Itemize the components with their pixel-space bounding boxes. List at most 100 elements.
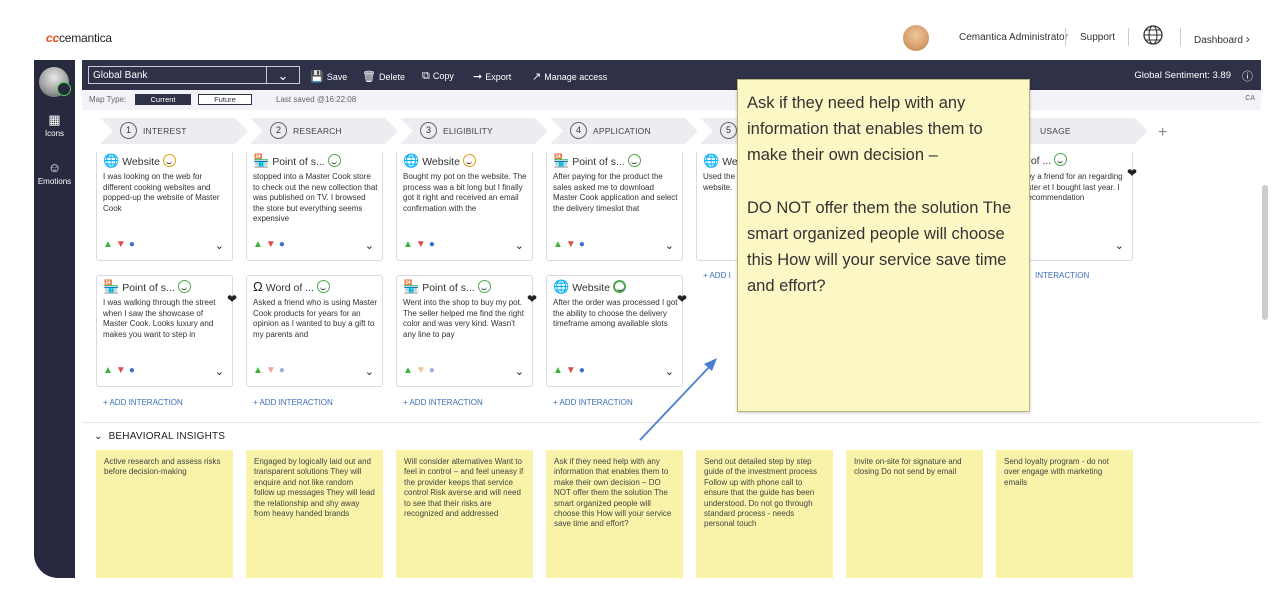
reaction-icons[interactable]: ▲▼●: [553, 239, 588, 250]
add-stage-button[interactable]: +: [1158, 124, 1167, 142]
icons-icon: ▦: [48, 112, 61, 127]
interaction-card[interactable]: 🌐 Website Bought my pot on the website. T…: [396, 152, 533, 261]
reaction-icons[interactable]: ▲▼●: [253, 365, 288, 376]
chevron-down-icon[interactable]: ⌄: [515, 239, 524, 252]
reaction-icons[interactable]: ▲▼●: [103, 239, 138, 250]
neutral-face-icon: [162, 154, 176, 167]
add-interaction-link[interactable]: INTERACTION: [1035, 271, 1089, 280]
cemantica-logo[interactable]: cccemantica: [46, 31, 112, 45]
chevron-right-icon: ›: [1245, 32, 1250, 46]
store-icon: 🏪: [103, 279, 120, 294]
reaction-icons[interactable]: ▲▼●: [253, 239, 288, 250]
top-bar: cccemantica Cemantica Administrator Supp…: [0, 0, 1279, 60]
reaction-icons[interactable]: ▲▼●: [403, 365, 438, 376]
smile-face-icon: [316, 280, 330, 293]
chevron-down-icon[interactable]: ⌄: [665, 365, 674, 378]
add-interaction-link[interactable]: + ADD INTERACTION: [553, 398, 633, 407]
smile-face-icon: [477, 280, 491, 293]
chevron-down-icon[interactable]: ⌄: [365, 239, 374, 252]
delete-button[interactable]: 🗑 Delete: [362, 70, 405, 83]
heart-icon[interactable]: ❤: [227, 292, 237, 306]
word-of-mouth-icon: Ω: [253, 279, 263, 294]
globe-icon: 🌐: [103, 153, 120, 168]
interaction-card[interactable]: 🌐 Website I was looking on the web for di…: [96, 152, 233, 261]
add-interaction-link[interactable]: + ADD I: [703, 271, 731, 280]
sidebar: ▦ Icons ☺ Emotions: [34, 60, 75, 578]
chevron-down-icon[interactable]: ⌄: [515, 365, 524, 378]
add-interaction-link[interactable]: + ADD INTERACTION: [403, 398, 483, 407]
user-avatar[interactable]: [903, 25, 929, 51]
sticky-note[interactable]: Engaged by logically laid out and transp…: [246, 450, 383, 578]
copy-button[interactable]: ⧉ Copy: [422, 70, 454, 83]
dashboard-link[interactable]: Dashboard ›: [1194, 32, 1250, 46]
stage-application[interactable]: 4 APPLICATION: [550, 118, 698, 144]
interactions-area: 🌐 Website I was looking on the web for di…: [82, 152, 1261, 422]
copy-icon: ⧉: [422, 70, 430, 82]
interaction-card[interactable]: 🏪 Point of s... I was walking through the…: [96, 275, 237, 387]
page-bottom: [0, 578, 1279, 606]
chevron-down-icon[interactable]: ⌄: [266, 66, 300, 84]
heart-icon[interactable]: ❤: [677, 292, 687, 306]
heart-icon[interactable]: ❤: [527, 292, 537, 306]
scrollbar[interactable]: [1261, 110, 1269, 578]
sidebar-item-icons[interactable]: ▦ Icons: [34, 112, 75, 139]
add-interaction-link[interactable]: + ADD INTERACTION: [253, 398, 333, 407]
reaction-icons[interactable]: ▲▼●: [103, 365, 138, 376]
divider: [1180, 28, 1181, 46]
sidebar-item-label: Emotions: [37, 177, 72, 186]
behavioral-insights-header[interactable]: ⌄ BEHAVIORAL INSIGHTS: [82, 422, 1261, 446]
support-link[interactable]: Support: [1080, 32, 1115, 43]
smile-face-icon: [1054, 153, 1068, 166]
store-icon: 🏪: [553, 153, 570, 168]
chevron-down-icon[interactable]: ⌄: [365, 365, 374, 378]
smile-face-icon: [177, 280, 191, 293]
callout-zoom: Ask if they need help with any informati…: [737, 79, 1030, 412]
store-icon: 🏪: [403, 279, 420, 294]
future-button[interactable]: Future: [198, 94, 252, 105]
neutral-face-icon: [462, 154, 476, 167]
sidebar-item-label: Icons: [44, 129, 65, 138]
interaction-card[interactable]: 🌐 Website After the order was processed I…: [546, 275, 687, 387]
sticky-note[interactable]: Will consider alternatives Want to feel …: [396, 450, 533, 578]
last-saved: Last saved @16:22:08: [276, 95, 357, 104]
interaction-card[interactable]: Ω Word of ... Asked a friend who is using…: [246, 275, 383, 387]
current-button[interactable]: Current: [135, 94, 191, 105]
reaction-icons[interactable]: ▲▼●: [553, 365, 588, 376]
sticky-note[interactable]: Send loyalty program - do not over engag…: [996, 450, 1133, 578]
chevron-down-icon[interactable]: ⌄: [215, 239, 224, 252]
stage-interest[interactable]: 1 INTEREST: [100, 118, 248, 144]
smile-icon: ☺: [47, 160, 62, 175]
interaction-card[interactable]: 🏪 Point of s... Went into the shop to buy…: [396, 275, 537, 387]
smile-face-icon: [327, 154, 341, 167]
sticky-note[interactable]: Ask if they need help with any informati…: [546, 450, 683, 578]
map-type-row: Map Type: Current Future Last saved @16:…: [82, 90, 1261, 110]
save-icon: 💾: [310, 71, 324, 83]
chevron-down-icon[interactable]: ⌄: [1115, 239, 1124, 252]
scrollbar-thumb[interactable]: [1262, 185, 1268, 320]
trash-icon: 🗑: [362, 71, 376, 83]
help-icon[interactable]: ⓘ: [1242, 68, 1253, 84]
globe-icon[interactable]: [1142, 24, 1164, 46]
heart-icon[interactable]: ❤: [1127, 166, 1137, 180]
interaction-card[interactable]: 🏪 Point of s... stopped into a Master Coo…: [246, 152, 383, 261]
smile-face-icon: [627, 154, 641, 167]
stage-eligibility[interactable]: 3 ELIGIBILITY: [400, 118, 548, 144]
export-button[interactable]: ➞ Export: [473, 70, 511, 83]
manage-access-button[interactable]: ↗ Manage access: [532, 70, 607, 83]
sidebar-item-emotions[interactable]: ☺ Emotions: [34, 160, 75, 187]
sticky-note[interactable]: Active research and assess risks before …: [96, 450, 233, 578]
sticky-note[interactable]: Invite on-site for signature and closing…: [846, 450, 983, 578]
sticky-note[interactable]: Send out detailed step by step guide of …: [696, 450, 833, 578]
ca-label: CA: [1245, 95, 1255, 102]
save-button[interactable]: 💾 Save: [310, 70, 347, 83]
divider: [1065, 28, 1066, 46]
chevron-down-icon[interactable]: ⌄: [215, 365, 224, 378]
add-interaction-link[interactable]: + ADD INTERACTION: [103, 398, 183, 407]
chevron-down-icon: ⌄: [94, 431, 103, 442]
stage-research[interactable]: 2 RESEARCH: [250, 118, 398, 144]
chevron-down-icon[interactable]: ⌄: [665, 239, 674, 252]
interaction-card[interactable]: 🏪 Point of s... After paying for the prod…: [546, 152, 683, 261]
user-name[interactable]: Cemantica Administrator: [959, 32, 1068, 43]
section-title: BEHAVIORAL INSIGHTS: [108, 431, 226, 442]
reaction-icons[interactable]: ▲▼●: [403, 239, 438, 250]
